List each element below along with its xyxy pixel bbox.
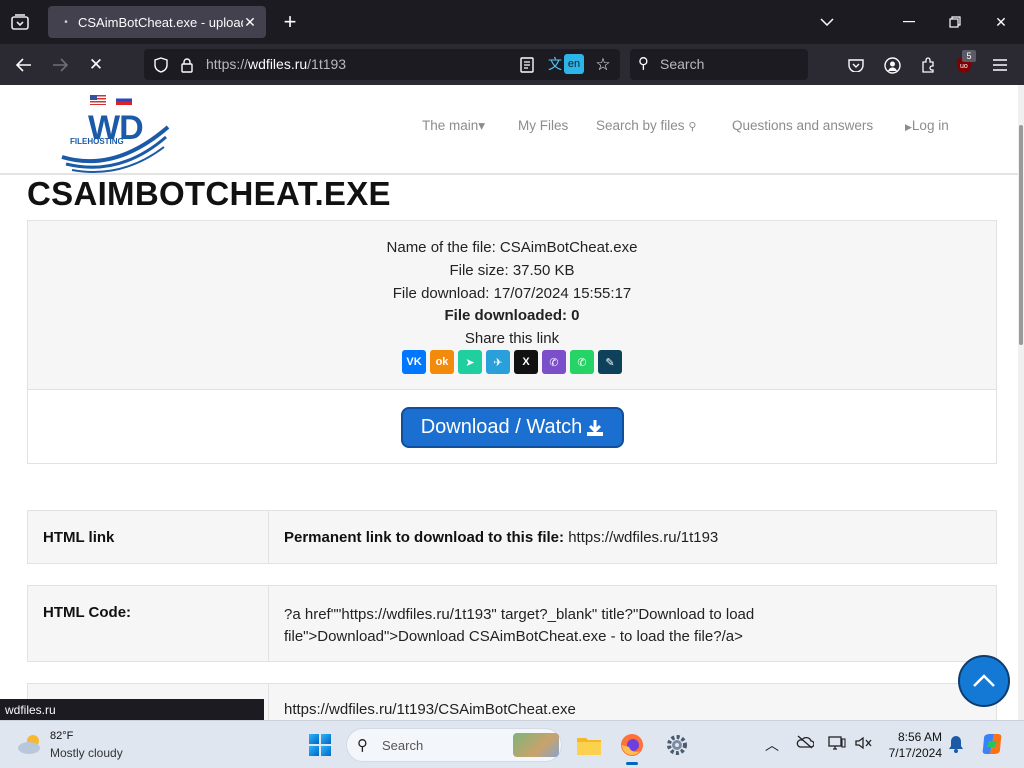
ru-flag-icon[interactable]	[116, 95, 132, 105]
pocket-icon[interactable]	[843, 52, 869, 78]
page-scrollbar[interactable]	[1018, 85, 1024, 720]
bookmark-star-icon[interactable]: ☆	[590, 52, 616, 78]
loading-icon: •	[64, 16, 68, 28]
menu-main[interactable]: The main▾	[422, 118, 485, 134]
language-switcher	[90, 95, 132, 105]
search-input[interactable]: ⚲ Search	[630, 49, 808, 80]
chevron-down-icon[interactable]	[812, 8, 842, 36]
page-title: CSAIMBOTCHEAT.EXE	[27, 175, 391, 212]
hamburger-menu-icon[interactable]	[987, 52, 1013, 78]
share-label: Share this link	[464, 330, 560, 347]
translate-icon[interactable]: 文 en	[546, 54, 584, 74]
share-buttons: VK ok ➤ ✈ X ✆ ✆ ✎	[402, 350, 622, 374]
chevron-up-icon	[973, 674, 995, 687]
svg-text:uo: uo	[960, 63, 968, 70]
search-highlight-image	[513, 733, 559, 757]
html-link-label: HTML link	[43, 529, 115, 546]
lock-icon[interactable]	[174, 52, 200, 78]
extension-badge: 5	[962, 50, 976, 62]
file-downloaded-count: File downloaded: 0	[444, 307, 580, 324]
share-telegram-icon[interactable]: ✈	[486, 350, 510, 374]
restore-icon[interactable]	[940, 8, 970, 36]
settings-gear-icon[interactable]	[663, 731, 691, 759]
account-icon[interactable]	[879, 52, 905, 78]
page-viewport: WD FILEHOSTING The main▾ My Files Search…	[0, 85, 1024, 720]
volume-muted-icon[interactable]	[854, 735, 872, 754]
extensions-icon[interactable]	[915, 52, 941, 78]
shield-icon[interactable]	[148, 52, 174, 78]
menu-questions[interactable]: Questions and answers	[732, 118, 873, 133]
download-icon	[587, 419, 604, 436]
weather-description[interactable]: Mostly cloudy	[50, 746, 123, 760]
share-viber-icon[interactable]: ✆	[542, 350, 566, 374]
clock-date[interactable]: 7/17/2024	[884, 746, 942, 760]
reader-view-icon[interactable]	[514, 52, 540, 78]
back-icon[interactable]	[11, 52, 37, 78]
tab-list-icon[interactable]	[8, 10, 32, 34]
stop-loading-icon[interactable]: ✕	[83, 52, 109, 78]
search-icon: ⚲	[357, 737, 368, 754]
new-tab-icon[interactable]: +	[278, 9, 302, 34]
us-flag-icon[interactable]	[90, 95, 106, 105]
weather-temperature[interactable]: 82°F	[50, 730, 73, 742]
tray-overflow-chevron-icon[interactable]: ︿	[765, 735, 779, 755]
onedrive-offline-icon[interactable]	[796, 735, 815, 752]
weather-cloud-icon[interactable]	[17, 733, 43, 755]
file-info-details: Name of the file: CSAimBotCheat.exe File…	[28, 221, 996, 390]
tab-title: CSAimBotCheat.exe - upload fi	[78, 14, 243, 30]
login-arrow-icon: ▶	[905, 122, 912, 132]
menu-login[interactable]: ▶Log in	[905, 118, 949, 133]
search-icon: ⚲	[638, 55, 649, 72]
file-info-panel: Name of the file: CSAimBotCheat.exe File…	[27, 220, 997, 464]
minimize-icon[interactable]	[894, 8, 924, 36]
address-bar[interactable]: https://wdfiles.ru/1t193 文 en ☆	[144, 49, 620, 80]
firefox-icon[interactable]	[618, 731, 646, 765]
taskbar-search-input[interactable]: ⚲ Search	[346, 728, 562, 762]
share-messenger-icon[interactable]: ➤	[458, 350, 482, 374]
network-icon[interactable]	[828, 735, 846, 754]
clock-time[interactable]: 8:56 AM	[896, 730, 942, 744]
search-icon: ⚲	[688, 121, 697, 133]
scrollbar-thumb[interactable]	[1019, 125, 1023, 345]
file-explorer-icon[interactable]	[575, 731, 603, 759]
scroll-to-top-button[interactable]	[958, 655, 1010, 707]
notification-bell-icon[interactable]	[948, 735, 964, 756]
html-code-row: HTML Code: ?a href""https://wdfiles.ru/1…	[27, 585, 997, 662]
tab-bar: • CSAimBotCheat.exe - upload fi ✕ + ✕	[0, 0, 1024, 44]
html-code-label: HTML Code:	[43, 604, 132, 621]
file-date: File download: 17/07/2024 15:55:17	[392, 285, 632, 302]
html-link-value[interactable]: Permanent link to download to this file:…	[268, 511, 996, 563]
site-logo[interactable]: WD FILEHOSTING	[60, 107, 170, 173]
share-x-icon[interactable]: X	[514, 350, 538, 374]
status-url: wdfiles.ru	[0, 699, 264, 720]
close-window-icon[interactable]: ✕	[986, 8, 1016, 36]
copilot-icon[interactable]	[980, 732, 1004, 759]
html-code-value[interactable]: ?a href""https://wdfiles.ru/1t193" targe…	[268, 586, 996, 661]
menu-search[interactable]: Search by files ⚲	[596, 118, 696, 133]
direct-link-value[interactable]: https://wdfiles.ru/1t193/CSAimBotCheat.e…	[268, 684, 996, 720]
forward-icon[interactable]	[47, 52, 73, 78]
share-livejournal-icon[interactable]: ✎	[598, 350, 622, 374]
share-vk-icon[interactable]: VK	[402, 350, 426, 374]
taskbar: 82°F Mostly cloudy ⚲ Search ︿ 8:56 AM 7/…	[0, 720, 1024, 768]
logo-subtitle: FILEHOSTING	[70, 137, 124, 146]
navigation-toolbar: ✕ https://wdfiles.ru/1t193 文 en ☆ ⚲ Searc…	[0, 44, 1024, 85]
close-tab-icon[interactable]: ✕	[240, 12, 260, 32]
share-whatsapp-icon[interactable]: ✆	[570, 350, 594, 374]
tab-active[interactable]: • CSAimBotCheat.exe - upload fi ✕	[48, 6, 266, 38]
file-name: Name of the file: CSAimBotCheat.exe	[386, 239, 638, 256]
windows-start-icon[interactable]	[309, 734, 331, 756]
share-odnoklassniki-icon[interactable]: ok	[430, 350, 454, 374]
html-link-row: HTML link Permanent link to download to …	[27, 510, 997, 564]
download-button[interactable]: Download / Watch	[401, 407, 624, 448]
menu-my-files[interactable]: My Files	[518, 118, 568, 133]
file-size: File size: 37.50 KB	[449, 262, 575, 279]
site-header: WD FILEHOSTING The main▾ My Files Search…	[0, 85, 1024, 175]
url-text: https://wdfiles.ru/1t193	[206, 56, 347, 72]
